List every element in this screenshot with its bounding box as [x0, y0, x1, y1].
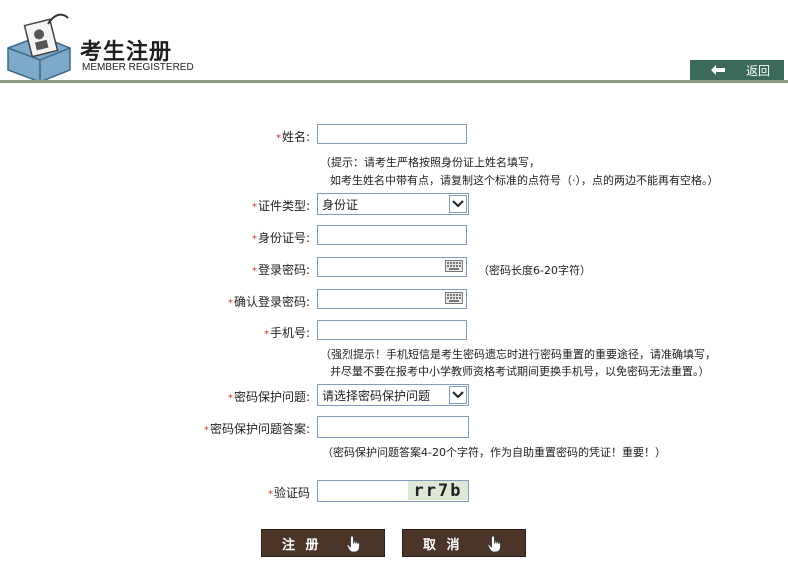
row-security-question: *密码保护问题: 请选择密码保护问题	[0, 384, 788, 408]
row-phone: *手机号:	[0, 320, 788, 344]
confirm-password-field-wrap	[317, 289, 467, 309]
id-number-label: *身份证号:	[251, 231, 310, 245]
chevron-down-icon[interactable]	[449, 195, 467, 213]
required-mark: *	[251, 202, 257, 213]
cancel-button-label: 取 消	[423, 537, 463, 553]
row-security-answer: *密码保护问题答案:	[0, 416, 788, 440]
required-mark: *	[263, 329, 269, 340]
name-hint-line-1: （提示：请考生严格按照身份证上姓名填写，	[320, 156, 540, 169]
page-header: 考生注册 MEMBER REGISTERED 返回	[0, 0, 788, 92]
name-hint-line-2: 如考生姓名中带有点，请复制这个标准的点符号（·），点的两边不能再有空格。）	[330, 174, 719, 187]
security-question-label: *密码保护问题:	[227, 390, 310, 404]
required-mark: *	[203, 425, 209, 436]
row-captcha: *验证码 rr7b	[0, 480, 788, 504]
name-input[interactable]	[317, 124, 467, 144]
required-mark: *	[251, 266, 257, 277]
name-label: *姓名:	[275, 130, 310, 144]
header-divider	[0, 80, 788, 83]
row-id-type: *证件类型: 身份证	[0, 193, 788, 217]
phone-hint-line-2: 并尽量不要在报考中小学教师资格考试期间更换手机号，以免密码无法重置。）	[330, 365, 710, 378]
id-type-select[interactable]: 身份证	[317, 193, 469, 215]
id-type-selected: 身份证	[322, 197, 359, 212]
confirm-password-label: *确认登录密码:	[227, 295, 310, 309]
security-answer-label: *密码保护问题答案:	[203, 422, 310, 436]
row-name: *姓名:	[0, 124, 788, 148]
member-card-logo-icon	[7, 13, 71, 83]
keyboard-icon[interactable]	[445, 260, 463, 272]
cancel-button[interactable]: 取 消	[402, 529, 526, 557]
phone-hint-line-1: （强烈提示！手机短信是考生密码遗忘时进行密码重置的重要途径，请准确填写，	[320, 348, 716, 361]
back-hand-icon	[711, 65, 725, 75]
required-mark: *	[275, 133, 281, 144]
captcha-image[interactable]: rr7b	[408, 481, 468, 501]
password-label: *登录密码:	[251, 263, 310, 277]
back-button-label: 返回	[746, 63, 771, 78]
register-button-label: 注 册	[282, 537, 322, 553]
password-field-wrap	[317, 257, 467, 277]
keyboard-icon[interactable]	[445, 292, 463, 304]
pointer-hand-icon	[487, 535, 501, 553]
row-password: *登录密码: （密码长度6-20字符）	[0, 257, 788, 281]
required-mark: *	[267, 489, 273, 500]
row-confirm-password: *确认登录密码:	[0, 289, 788, 313]
pointer-hand-icon	[346, 535, 360, 553]
id-type-label: *证件类型:	[251, 199, 310, 213]
phone-label: *手机号:	[263, 326, 310, 340]
security-answer-hint: （密码保护问题答案4-20个字符，作为自助重置密码的凭证！重要！）	[322, 446, 666, 459]
id-number-input[interactable]	[317, 225, 467, 245]
phone-input[interactable]	[317, 320, 467, 340]
security-question-select[interactable]: 请选择密码保护问题	[317, 384, 469, 406]
security-answer-input[interactable]	[317, 416, 469, 438]
password-length-hint: （密码长度6-20字符）	[478, 264, 591, 277]
required-mark: *	[227, 393, 233, 404]
register-button[interactable]: 注 册	[261, 529, 385, 557]
chevron-down-icon[interactable]	[449, 386, 467, 404]
row-id-number: *身份证号:	[0, 225, 788, 249]
captcha-label: *验证码	[267, 486, 310, 500]
required-mark: *	[251, 234, 257, 245]
back-button[interactable]: 返回	[690, 60, 784, 80]
required-mark: *	[227, 298, 233, 309]
page-subtitle: MEMBER REGISTERED	[82, 62, 194, 73]
security-question-selected: 请选择密码保护问题	[322, 388, 431, 403]
